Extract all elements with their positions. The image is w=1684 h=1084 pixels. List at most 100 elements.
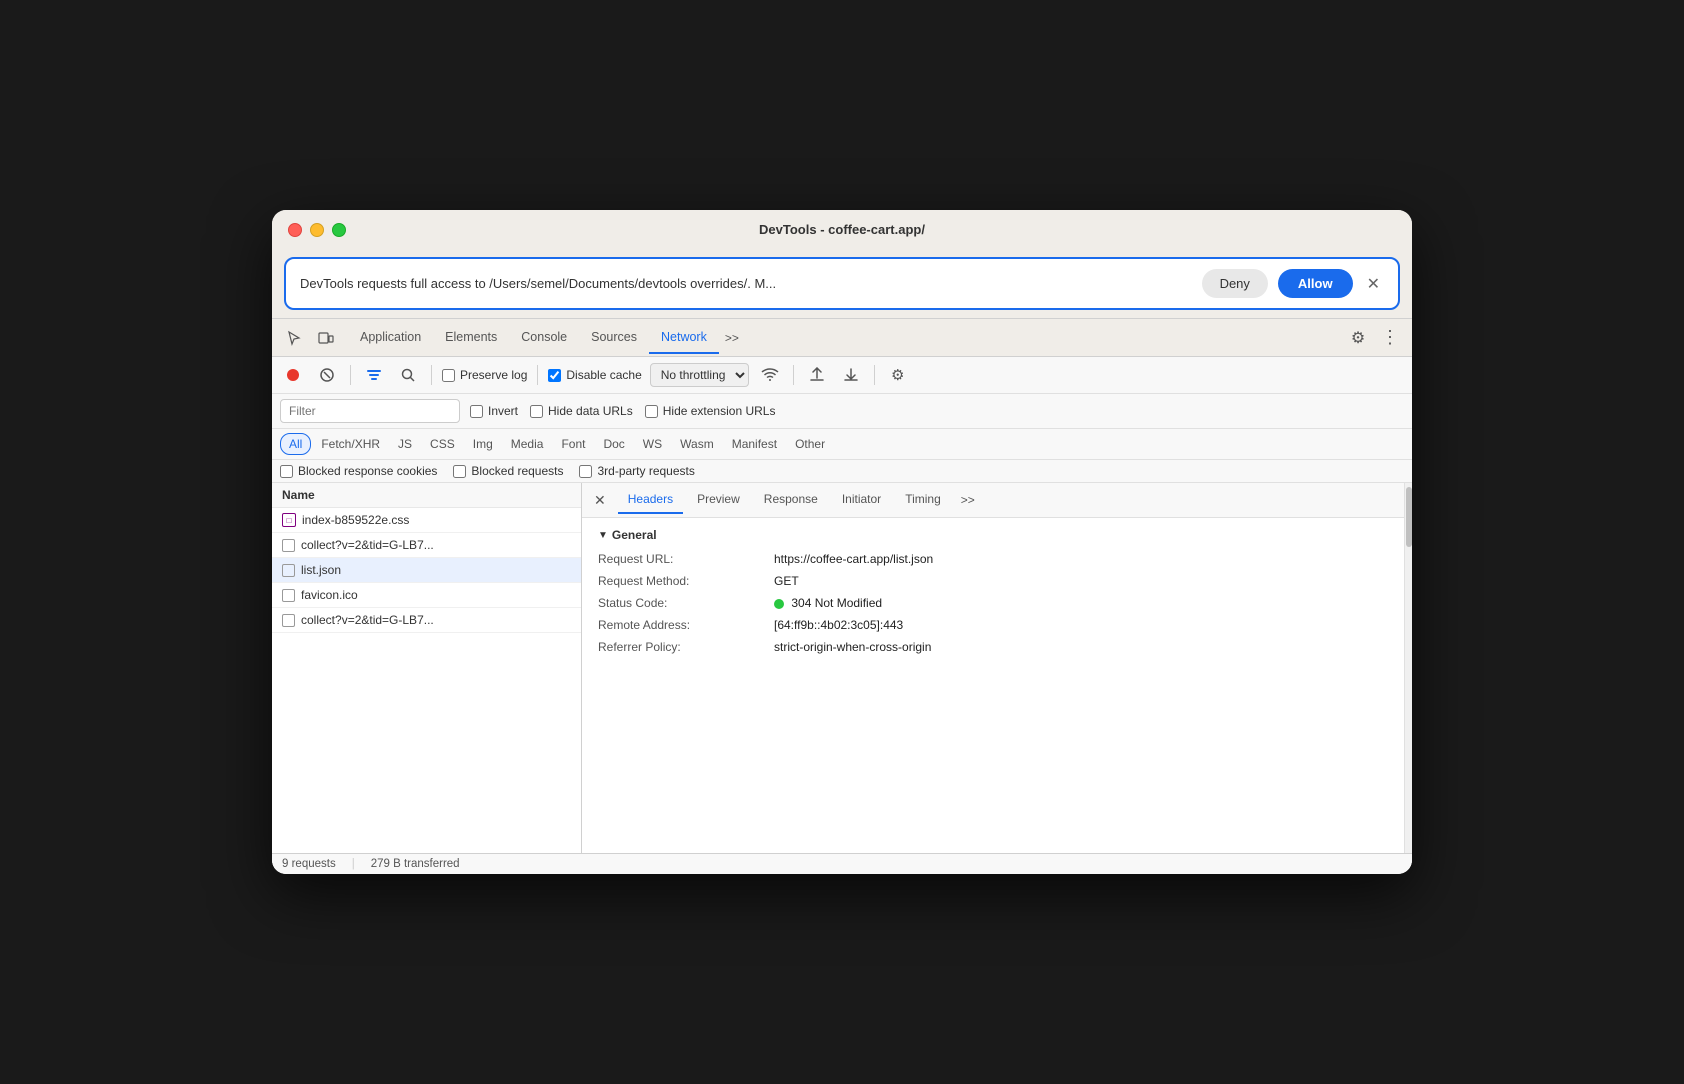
blocked-cookies-label[interactable]: Blocked response cookies [280,464,437,478]
type-filters-bar: All Fetch/XHR JS CSS Img Media Font Doc … [272,429,1412,460]
tab-sources[interactable]: Sources [579,322,649,354]
hide-extension-urls-checkbox[interactable] [645,405,658,418]
close-button[interactable] [288,223,302,237]
tabs-left-icons [280,324,340,352]
invert-checkbox[interactable] [470,405,483,418]
filter-icon[interactable] [361,362,387,388]
scrollbar-track[interactable] [1404,483,1412,853]
deny-button[interactable]: Deny [1202,269,1268,298]
devtools-body: Application Elements Console Sources Net… [272,318,1412,874]
allow-button[interactable]: Allow [1278,269,1353,298]
toolbar-separator-2 [431,365,432,385]
file-item-css[interactable]: □ index-b859522e.css [272,508,581,533]
toolbar-separator-5 [874,365,875,385]
search-icon[interactable] [395,362,421,388]
network-settings-icon[interactable]: ⚙ [885,362,911,388]
file-checkbox-favicon [282,589,295,602]
blocked-bar: Blocked response cookies Blocked request… [272,460,1412,483]
scrollbar-thumb[interactable] [1406,487,1412,547]
permission-close-button[interactable]: ✕ [1363,274,1384,294]
download-icon[interactable] [838,362,864,388]
type-btn-font[interactable]: Font [553,434,593,454]
preserve-log-label[interactable]: Preserve log [442,368,527,382]
file-name-collect-2: collect?v=2&tid=G-LB7... [301,613,434,627]
general-section-header[interactable]: ▼ General [598,528,1388,542]
toolbar: Preserve log Disable cache No throttling… [272,357,1412,394]
hide-data-urls-label[interactable]: Hide data URLs [530,404,633,418]
detail-tab-response[interactable]: Response [754,486,828,514]
disable-cache-label[interactable]: Disable cache [548,368,641,382]
detail-more-tabs[interactable]: >> [955,489,981,511]
stop-recording-icon[interactable] [280,362,306,388]
blocked-requests-label[interactable]: Blocked requests [453,464,563,478]
file-item-list-json[interactable]: list.json [272,558,581,583]
detail-row-url: Request URL: https://coffee-cart.app/lis… [598,552,1388,566]
tab-elements[interactable]: Elements [433,322,509,354]
file-name-collect-1: collect?v=2&tid=G-LB7... [301,538,434,552]
file-checkbox-collect-1 [282,539,295,552]
third-party-checkbox[interactable] [579,465,592,478]
detail-row-referrer: Referrer Policy: strict-origin-when-cros… [598,640,1388,654]
wifi-icon[interactable] [757,362,783,388]
detail-tab-initiator[interactable]: Initiator [832,486,891,514]
type-btn-img[interactable]: Img [465,434,501,454]
css-file-icon: □ [282,513,296,527]
minimize-button[interactable] [310,223,324,237]
detail-tab-headers[interactable]: Headers [618,486,683,514]
third-party-requests-label[interactable]: 3rd-party requests [579,464,694,478]
row-key-remote: Remote Address: [598,618,758,632]
blocked-cookies-checkbox[interactable] [280,465,293,478]
tab-console[interactable]: Console [509,322,579,354]
upload-icon[interactable] [804,362,830,388]
type-btn-css[interactable]: CSS [422,434,463,454]
detail-tab-timing[interactable]: Timing [895,486,951,514]
type-btn-other[interactable]: Other [787,434,833,454]
row-val-referrer: strict-origin-when-cross-origin [774,640,931,654]
row-key-url: Request URL: [598,552,758,566]
tab-application[interactable]: Application [348,322,433,354]
status-green-dot [774,599,784,609]
detail-close-button[interactable]: ✕ [590,488,610,513]
invert-label[interactable]: Invert [470,404,518,418]
type-btn-wasm[interactable]: Wasm [672,434,722,454]
file-checkbox-collect-2 [282,614,295,627]
clear-icon[interactable] [314,362,340,388]
settings-icon[interactable]: ⚙ [1344,324,1372,352]
file-item-collect-1[interactable]: collect?v=2&tid=G-LB7... [272,533,581,558]
toolbar-separator-4 [793,365,794,385]
file-checkbox-list-json [282,564,295,577]
hide-extension-urls-label[interactable]: Hide extension URLs [645,404,776,418]
file-list-header: Name [272,483,581,508]
maximize-button[interactable] [332,223,346,237]
file-name-css: index-b859522e.css [302,513,409,527]
detail-row-status: Status Code: 304 Not Modified [598,596,1388,610]
disable-cache-checkbox[interactable] [548,369,561,382]
detail-tab-preview[interactable]: Preview [687,486,750,514]
filter-input[interactable] [280,399,460,423]
type-btn-js[interactable]: JS [390,434,420,454]
type-btn-fetch-xhr[interactable]: Fetch/XHR [313,434,388,454]
hide-data-urls-checkbox[interactable] [530,405,543,418]
row-val-method: GET [774,574,799,588]
preserve-log-checkbox[interactable] [442,369,455,382]
more-tabs-button[interactable]: >> [719,327,745,349]
detail-content: ▼ General Request URL: https://coffee-ca… [582,518,1404,853]
tab-network[interactable]: Network [649,322,719,354]
type-btn-media[interactable]: Media [503,434,552,454]
window-title: DevTools - coffee-cart.app/ [759,222,925,237]
throttle-select[interactable]: No throttling [650,363,749,387]
blocked-requests-checkbox[interactable] [453,465,466,478]
type-btn-ws[interactable]: WS [635,434,670,454]
cursor-icon[interactable] [280,324,308,352]
type-btn-manifest[interactable]: Manifest [724,434,785,454]
type-btn-all[interactable]: All [280,433,311,455]
file-item-collect-2[interactable]: collect?v=2&tid=G-LB7... [272,608,581,633]
traffic-lights [288,223,346,237]
devtools-window: DevTools - coffee-cart.app/ DevTools req… [272,210,1412,874]
more-options-icon[interactable]: ⋮ [1376,324,1404,352]
device-toolbar-icon[interactable] [312,324,340,352]
type-btn-doc[interactable]: Doc [595,434,632,454]
detail-row-method: Request Method: GET [598,574,1388,588]
permission-bar: DevTools requests full access to /Users/… [284,257,1400,310]
file-item-favicon[interactable]: favicon.ico [272,583,581,608]
